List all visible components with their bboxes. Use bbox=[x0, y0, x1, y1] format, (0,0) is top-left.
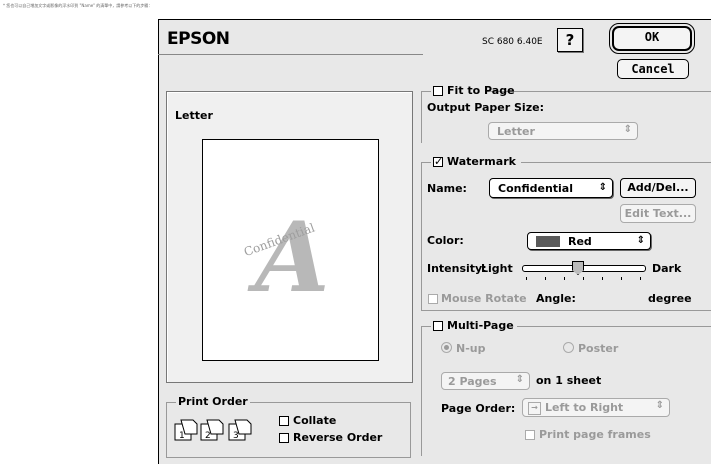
watermark-group-border bbox=[421, 162, 422, 310]
edit-text-button: Edit Text... bbox=[620, 204, 696, 223]
intensity-light-label: Light bbox=[481, 262, 513, 275]
ok-button[interactable]: OK bbox=[609, 23, 695, 54]
updown-arrow-icon: ⇕ bbox=[598, 182, 607, 193]
multi-page-group-border bbox=[421, 326, 422, 456]
pages-per-sheet-select: 2 Pages ⇕ bbox=[441, 372, 530, 390]
page-number-3: 3 bbox=[233, 431, 239, 441]
watermark-checkbox[interactable]: ✓ bbox=[433, 156, 443, 167]
paper-size-value: Letter bbox=[497, 125, 535, 138]
multi-page-label: Multi-Page bbox=[447, 319, 514, 332]
updown-arrow-icon: ⇕ bbox=[655, 400, 664, 411]
watermark-name-label: Name: bbox=[427, 182, 467, 195]
multi-page-checkbox[interactable] bbox=[433, 321, 443, 331]
mouse-rotate-label: Mouse Rotate bbox=[441, 292, 527, 305]
watermark-label: Watermark bbox=[447, 155, 516, 168]
collate-label: Collate bbox=[293, 414, 337, 427]
fit-to-page-checkbox[interactable] bbox=[433, 86, 443, 96]
paper-size-select[interactable]: Letter ⇕ bbox=[488, 122, 638, 140]
collate-checkbox[interactable] bbox=[279, 416, 289, 426]
print-order-label: Print Order bbox=[176, 395, 250, 408]
help-button[interactable]: ? bbox=[557, 28, 583, 52]
fit-group-border bbox=[421, 91, 422, 143]
print-page-frames-label: Print page frames bbox=[539, 428, 651, 441]
brand-logo: EPSON bbox=[167, 29, 230, 49]
poster-radio: Poster bbox=[563, 341, 618, 355]
watermark-letter: A bbox=[255, 201, 330, 314]
color-select[interactable]: Red ⇕ bbox=[527, 232, 651, 250]
page-number-2: 2 bbox=[205, 431, 211, 441]
add-del-button[interactable]: Add/Del... bbox=[620, 178, 696, 198]
preview-paper-title: Letter bbox=[175, 109, 213, 122]
page-number-1: 1 bbox=[179, 431, 185, 441]
updown-arrow-icon: ⇕ bbox=[636, 235, 645, 246]
print-page-frames-checkbox bbox=[525, 430, 535, 440]
intensity-dark-label: Dark bbox=[652, 262, 682, 275]
fit-to-page-label: Fit to Page bbox=[447, 84, 515, 97]
page-caption: * 您也可以自己增加文字或影像的浮水印到 "Name" 的清單中，請參考以下的步… bbox=[3, 3, 153, 8]
arrow-right-icon: → bbox=[528, 402, 541, 415]
slider-thumb[interactable] bbox=[572, 261, 584, 275]
angle-label: Angle: bbox=[536, 292, 576, 305]
cancel-button[interactable]: Cancel bbox=[617, 59, 689, 79]
poster-label: Poster bbox=[578, 342, 619, 355]
angle-unit-label: degree bbox=[648, 292, 692, 305]
on-sheet-label: on 1 sheet bbox=[536, 374, 602, 387]
slider-ticks bbox=[526, 277, 642, 280]
color-label: Color: bbox=[427, 234, 464, 247]
intensity-label: Intensity: bbox=[427, 262, 487, 275]
page-order-select: → Left to Right ⇕ bbox=[522, 398, 670, 417]
reverse-order-checkbox[interactable] bbox=[279, 433, 289, 443]
updown-arrow-icon: ⇕ bbox=[623, 124, 632, 135]
page-order-value: Left to Right bbox=[545, 401, 624, 414]
color-swatch bbox=[536, 236, 560, 247]
printer-model: SC 680 6.40E bbox=[482, 37, 543, 47]
nup-radio: N-up bbox=[441, 341, 485, 355]
page-order-label: Page Order: bbox=[441, 402, 516, 415]
mouse-rotate-checkbox bbox=[428, 294, 438, 304]
watermark-name-select[interactable]: Confidential ⇕ bbox=[489, 178, 613, 198]
color-value: Red bbox=[568, 235, 592, 248]
slider-track bbox=[522, 265, 646, 272]
page-order-icons: 1 2 3 bbox=[174, 419, 252, 441]
output-paper-size-label: Output Paper Size: bbox=[427, 101, 544, 114]
reverse-order-label: Reverse Order bbox=[293, 431, 383, 444]
header-divider bbox=[158, 54, 423, 55]
pages-value: 2 Pages bbox=[448, 375, 497, 388]
updown-arrow-icon: ⇕ bbox=[515, 374, 524, 385]
intensity-slider[interactable] bbox=[522, 261, 646, 280]
nup-label: N-up bbox=[456, 342, 486, 355]
watermark-name-value: Confidential bbox=[498, 182, 574, 195]
